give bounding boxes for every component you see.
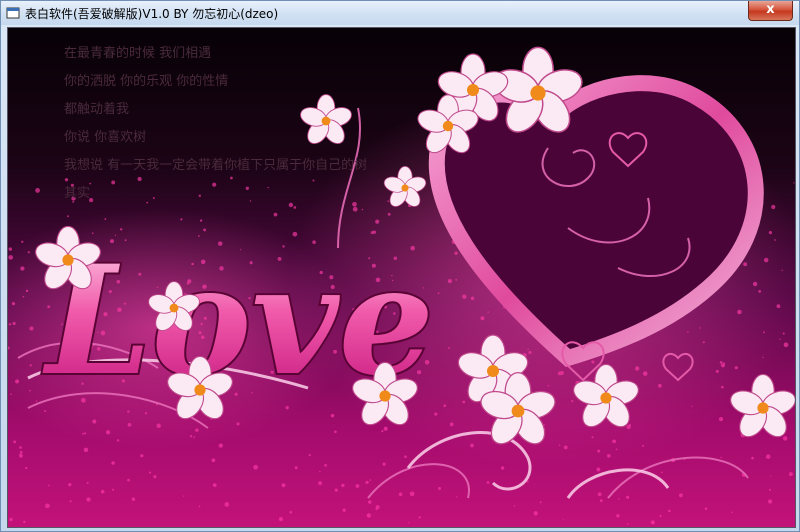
poem-line: 在最青春的时候 我们相遇 xyxy=(64,46,212,61)
content-area: Love 在最青春的时候 我们相遇 你的洒脱 你的乐观 你的性情 都触动着我 你… xyxy=(7,27,796,528)
close-icon: x xyxy=(766,2,775,17)
window-title: 表白软件(吾爱破解版)V1.0 BY 勿忘初心(dzeo) xyxy=(25,7,279,21)
window-app-icon xyxy=(6,7,20,19)
poem-line: 你说 你喜欢树 xyxy=(64,130,147,145)
close-button[interactable]: x xyxy=(748,1,793,21)
poem-line: 其实 xyxy=(64,186,91,201)
poem-line: 我想说 有一天我一定会带着你植下只属于你自己的树 xyxy=(64,158,368,173)
poem-line: 都触动着我 xyxy=(64,102,130,117)
title-bar[interactable]: 表白软件(吾爱破解版)V1.0 BY 勿忘初心(dzeo) x xyxy=(1,1,799,25)
app-window: 表白软件(吾爱破解版)V1.0 BY 勿忘初心(dzeo) x Love 在最青… xyxy=(0,0,800,532)
poem-line: 你的洒脱 你的乐观 你的性情 xyxy=(64,74,229,89)
poem-text: 在最青春的时候 我们相遇 你的洒脱 你的乐观 你的性情 都触动着我 你说 你喜欢… xyxy=(64,40,367,208)
